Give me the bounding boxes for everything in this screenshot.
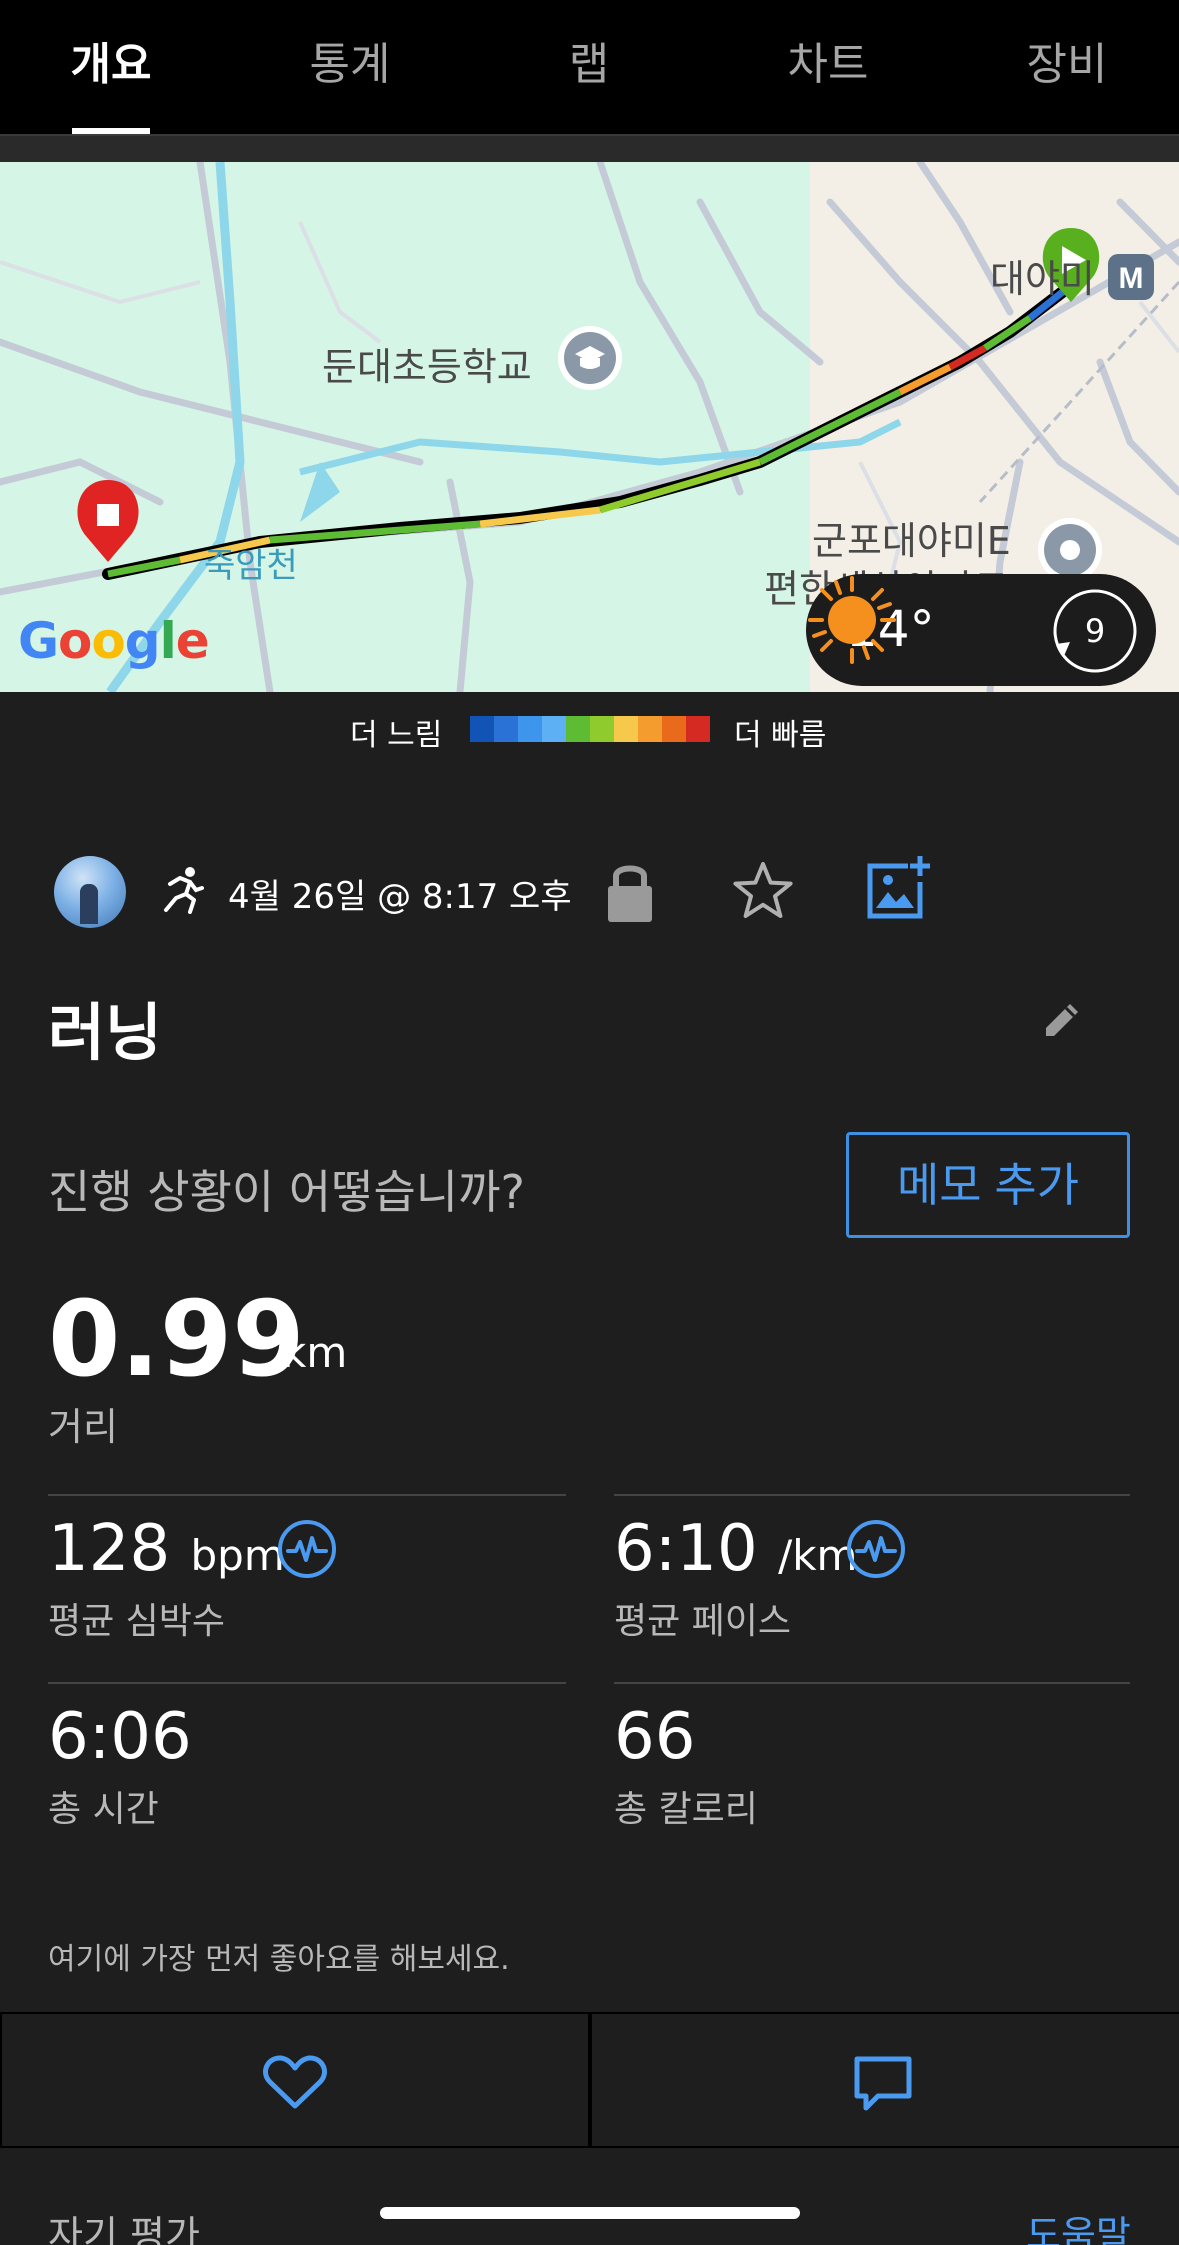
activity-title: 러닝 — [48, 996, 163, 1069]
add-memo-button[interactable]: 메모 추가 — [846, 1132, 1130, 1238]
home-indicator[interactable] — [380, 2207, 800, 2219]
tab-laps[interactable]: 랩 — [569, 28, 609, 92]
heart-rate-sensor-icon[interactable] — [276, 1518, 338, 1580]
divider — [48, 1682, 566, 1684]
distance-unit: km — [282, 1328, 348, 1377]
route-map[interactable]: M 둔대초등학교 대야미 죽암천 군포대야미E 편한세상아파트 Google 1… — [0, 162, 1179, 692]
avg-heart-rate-unit: bpm — [190, 1531, 285, 1580]
total-time-value: 6:06 — [48, 1700, 192, 1774]
legend-swatch-5 — [590, 716, 614, 742]
divider — [48, 1494, 566, 1496]
running-icon — [164, 867, 204, 914]
legend-swatch-2 — [518, 716, 542, 742]
legend-swatch-3 — [542, 716, 566, 742]
wind-speed: 9 — [1084, 612, 1106, 650]
self-evaluation-heading: 자기 평가 — [48, 2213, 200, 2245]
add-photo-icon[interactable] — [864, 856, 932, 922]
total-calories-value: 66 — [614, 1700, 696, 1774]
legend-swatch-7 — [638, 716, 662, 742]
legend-swatch-6 — [614, 716, 638, 742]
avg-heart-rate-value: 128 bpm — [48, 1512, 285, 1586]
metro-station-icon: M — [1108, 254, 1154, 300]
comment-icon[interactable] — [852, 2054, 914, 2114]
pace-sensor-icon[interactable] — [845, 1518, 907, 1580]
avg-pace-value: 6:10 /km — [614, 1512, 857, 1586]
divider — [614, 1494, 1130, 1496]
social-action-bar — [0, 2012, 1179, 2148]
distance-label: 거리 — [48, 1405, 118, 1449]
like-heart-icon[interactable] — [262, 2054, 328, 2110]
total-time-label: 총 시간 — [48, 1789, 159, 1830]
weather-pill: 14° 9 — [806, 574, 1156, 686]
legend-swatch-0 — [470, 716, 494, 742]
avg-heart-rate-number: 128 — [48, 1512, 171, 1586]
map-label-stream: 죽암천 — [204, 546, 298, 586]
tab-overview[interactable]: 개요 — [71, 28, 152, 92]
tab-bar: 개요 통계 랩 차트 장비 — [0, 0, 1179, 136]
lock-icon[interactable] — [604, 858, 656, 926]
apartment-pin-icon — [1038, 518, 1102, 582]
edit-pencil-icon[interactable] — [1040, 998, 1084, 1042]
pace-legend: 더 느림 더 빠름 — [0, 692, 1179, 768]
legend-fast-label: 더 빠름 — [734, 718, 827, 753]
tab-stats[interactable]: 통계 — [310, 28, 391, 92]
progress-question: 진행 상황이 어떻습니까? — [48, 1165, 525, 1219]
wind-icon: 9 — [1050, 586, 1140, 676]
avg-pace-label: 평균 페이스 — [614, 1601, 792, 1642]
avatar[interactable] — [54, 856, 126, 928]
tab-separator — [0, 134, 1179, 162]
svg-text:M: M — [1119, 262, 1144, 295]
tab-charts[interactable]: 차트 — [788, 28, 869, 92]
map-label-school: 둔대초등학교 — [322, 345, 532, 389]
school-pin-icon — [558, 326, 622, 390]
legend-swatch-4 — [566, 716, 590, 742]
tab-gear[interactable]: 장비 — [1027, 28, 1108, 92]
avg-heart-rate-label: 평균 심박수 — [48, 1601, 226, 1642]
map-label-apartment: 군포대야미E — [812, 519, 1011, 563]
avg-pace-number: 6:10 — [614, 1512, 758, 1586]
sun-icon — [808, 576, 896, 664]
google-logo: Google — [18, 612, 210, 670]
help-link[interactable]: 도움말 — [1026, 2204, 1131, 2245]
legend-swatch-8 — [662, 716, 686, 742]
activity-datetime: 4월 26일 @ 8:17 오후 — [228, 877, 572, 917]
total-calories-label: 총 칼로리 — [614, 1789, 758, 1830]
divider — [614, 1682, 1130, 1684]
legend-slow-label: 더 느림 — [350, 718, 443, 753]
first-like-prompt: 여기에 가장 먼저 좋아요를 해보세요. — [48, 1942, 510, 1977]
legend-color-bar — [470, 716, 710, 742]
map-label-station: 대야미 — [990, 257, 1095, 301]
end-marker-icon — [77, 480, 139, 562]
star-icon[interactable] — [730, 858, 796, 924]
legend-swatch-1 — [494, 716, 518, 742]
legend-swatch-9 — [686, 716, 710, 742]
distance-value: 0.99 — [48, 1278, 305, 1400]
